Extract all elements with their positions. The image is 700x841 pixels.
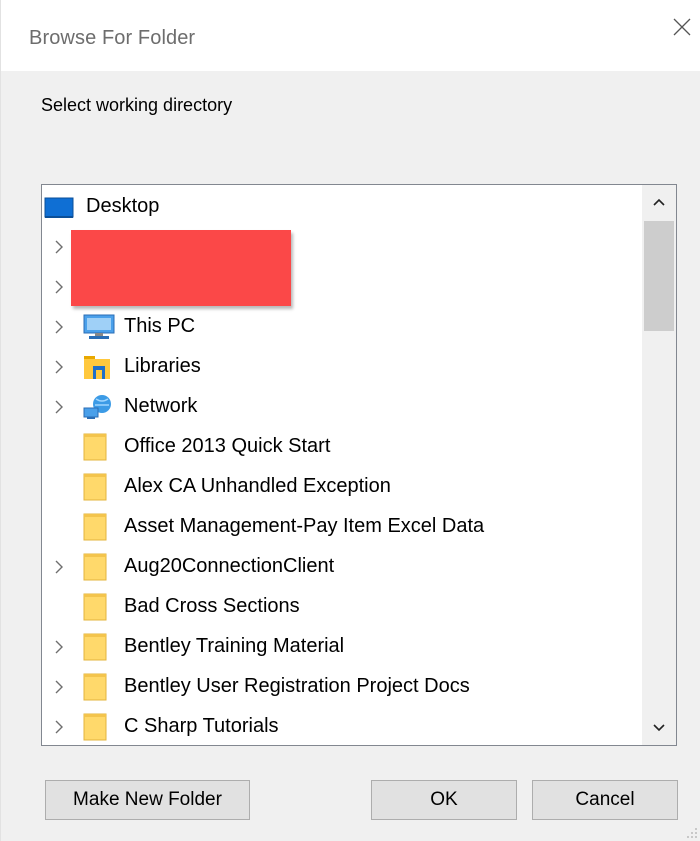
tree-item[interactable]: Network	[42, 387, 646, 427]
cancel-button[interactable]: Cancel	[532, 780, 678, 820]
vertical-scrollbar[interactable]	[642, 185, 676, 745]
expand-chevron-icon[interactable]	[54, 719, 64, 735]
folder-icon	[82, 433, 108, 466]
tree-item[interactable]: Alex CA Unhandled Exception	[42, 467, 646, 507]
tree-item[interactable]: Asset Management-Pay Item Excel Data	[42, 507, 646, 547]
tree-item[interactable]: Bentley Training Material	[42, 627, 646, 667]
close-icon	[673, 18, 691, 36]
tree-item-label: Network	[124, 395, 198, 417]
folder-icon	[82, 593, 108, 626]
folder-icon	[82, 553, 108, 586]
tree-item-label: C Sharp Tutorials	[124, 715, 279, 737]
expand-chevron-icon[interactable]	[54, 679, 64, 695]
title-bar[interactable]: Browse For Folder	[1, 0, 700, 71]
tree-item[interactable]: Bentley User Registration Project Docs	[42, 667, 646, 707]
expand-chevron-icon[interactable]	[54, 359, 64, 375]
expand-chevron-icon[interactable]	[54, 559, 64, 575]
tree-item[interactable]: C Sharp Tutorials	[42, 707, 646, 745]
tree-item-label: Libraries	[124, 355, 201, 377]
tree-item-label: Bentley User Registration Project Docs	[124, 675, 470, 697]
tree-item-label: Asset Management-Pay Item Excel Data	[124, 515, 485, 537]
folder-icon	[82, 713, 108, 745]
chevron-down-icon	[653, 724, 665, 732]
prompt-text: Select working directory	[41, 95, 233, 115]
chevron-up-icon	[653, 198, 665, 206]
tree-item-label: Desktop	[86, 195, 160, 217]
tree-item-label: Aug20ConnectionClient	[124, 555, 335, 577]
expand-chevron-icon[interactable]	[54, 239, 64, 255]
ok-button[interactable]: OK	[371, 780, 517, 820]
tree-item-label: Alex CA Unhandled Exception	[124, 475, 391, 497]
tree-item-label: Bad Cross Sections	[124, 595, 300, 617]
tree-item-label: This PC	[124, 315, 196, 337]
tree-item-label: Office 2013 Quick Start	[124, 435, 331, 457]
libraries-icon	[82, 353, 112, 386]
expand-chevron-icon[interactable]	[54, 399, 64, 415]
folder-icon	[82, 673, 108, 706]
folder-icon	[82, 633, 108, 666]
tree-item[interactable]: Desktop	[42, 187, 646, 227]
network-icon	[82, 393, 114, 426]
browse-for-folder-dialog: Browse For Folder Select working directo…	[0, 0, 700, 841]
window-title: Browse For Folder	[29, 27, 196, 49]
close-button[interactable]	[661, 10, 700, 50]
tree-item[interactable]: Bad Cross Sections	[42, 587, 646, 627]
tree-item-label: Bentley Training Material	[124, 635, 345, 657]
expand-chevron-icon[interactable]	[54, 279, 64, 295]
expand-chevron-icon[interactable]	[54, 319, 64, 335]
make-new-folder-button[interactable]: Make New Folder	[45, 780, 250, 820]
tree-item[interactable]: Libraries	[42, 347, 646, 387]
redaction-overlay	[71, 230, 291, 306]
scroll-up-button[interactable]	[642, 185, 676, 219]
scrollbar-thumb[interactable]	[644, 221, 674, 331]
desktop-icon	[44, 196, 74, 225]
computer-icon	[82, 313, 116, 346]
scroll-down-button[interactable]	[642, 711, 676, 745]
tree-item[interactable]: Aug20ConnectionClient	[42, 547, 646, 587]
tree-item[interactable]: This PC	[42, 307, 646, 347]
folder-icon	[82, 513, 108, 546]
tree-item[interactable]: Office 2013 Quick Start	[42, 427, 646, 467]
expand-chevron-icon[interactable]	[54, 639, 64, 655]
resize-grip-icon[interactable]	[686, 827, 698, 839]
folder-icon	[82, 473, 108, 506]
